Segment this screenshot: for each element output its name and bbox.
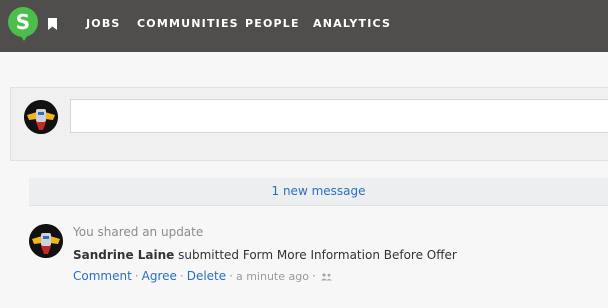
new-message-banner[interactable]: 1 new message bbox=[29, 178, 608, 206]
bookmark-icon[interactable] bbox=[48, 18, 57, 30]
feed-action-text: submitted Form More Information Before O… bbox=[174, 248, 457, 262]
feed-text: Sandrine Laine submitted Form More Infor… bbox=[73, 248, 457, 262]
delete-link[interactable]: Delete bbox=[187, 269, 226, 283]
separator: · bbox=[134, 269, 139, 283]
status-composer bbox=[10, 87, 608, 161]
separator: · bbox=[179, 269, 184, 283]
agree-link[interactable]: Agree bbox=[142, 269, 177, 283]
nav-jobs[interactable]: JOBS bbox=[86, 17, 121, 30]
feed-meta: You shared an update bbox=[73, 225, 204, 239]
top-nav-bar: S JOBS COMMUNITIES PEOPLE ANALYTICS bbox=[0, 0, 608, 52]
comment-link[interactable]: Comment bbox=[73, 269, 132, 283]
nav-analytics[interactable]: ANALYTICS bbox=[313, 17, 391, 30]
feed-actor-name[interactable]: Sandrine Laine bbox=[73, 248, 174, 262]
feed-actions: Comment · Agree · Delete · a minute ago · bbox=[73, 269, 332, 283]
nav-people[interactable]: PEOPLE bbox=[245, 17, 300, 30]
status-input[interactable] bbox=[70, 99, 608, 133]
separator: · bbox=[229, 269, 233, 283]
timestamp: a minute ago bbox=[235, 270, 309, 283]
separator: · bbox=[311, 269, 316, 283]
logo-pin-tail bbox=[19, 33, 29, 41]
nav-communities[interactable]: COMMUNITIES bbox=[137, 17, 239, 30]
avatar[interactable] bbox=[24, 100, 58, 134]
avatar[interactable] bbox=[29, 224, 63, 258]
people-icon bbox=[320, 272, 332, 280]
